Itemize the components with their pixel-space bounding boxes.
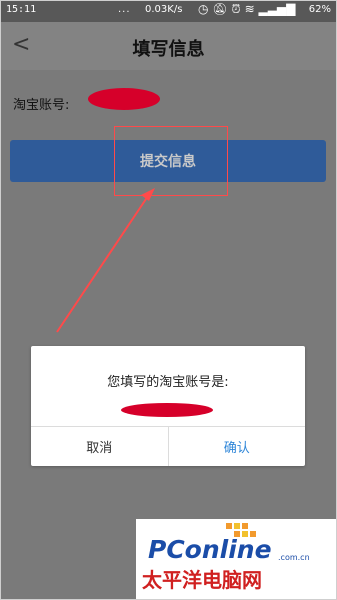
status-bar: 15:11 ... 0.03K/s ◷ 🔕︎ ⏰︎ ≋ ▂▃▅▇ 62% xyxy=(0,0,337,22)
dialog-account-redaction xyxy=(121,403,213,417)
status-icons: ◷ 🔕︎ ⏰︎ ≋ ▂▃▅▇ xyxy=(198,2,295,17)
confirm-button[interactable]: 确认 xyxy=(167,427,306,466)
page-title: 填写信息 xyxy=(132,39,205,60)
dialog-message: 您填写的淘宝账号是: xyxy=(107,375,229,390)
pconline-watermark: PConline .com.cn 太平洋电脑网 xyxy=(136,519,337,600)
pconline-chinese-text: 太平洋电脑网 xyxy=(142,568,262,592)
status-time: 15:11 xyxy=(6,4,37,15)
submit-info-button[interactable]: 提交信息 xyxy=(10,140,326,182)
signal-icon: ▂▃▅▇ xyxy=(258,2,296,16)
network-speed: 0.03K/s xyxy=(145,4,183,15)
app-header: < 填写信息 xyxy=(0,22,337,70)
clock-icon: ⏰︎ xyxy=(231,2,241,16)
pconline-brand-text: PConline xyxy=(148,535,272,564)
wifi-icon: ≋ xyxy=(244,2,255,16)
cancel-button[interactable]: 取消 xyxy=(31,427,168,466)
alarm-icon: ◷ xyxy=(198,2,209,16)
account-label: 淘宝账号: xyxy=(13,98,70,113)
notification-dots: ... xyxy=(118,4,131,15)
account-redaction xyxy=(88,88,160,110)
battery-level: 62% xyxy=(308,4,331,15)
dialog-buttons: 取消 确认 xyxy=(31,427,305,466)
mute-icon: 🔕︎ xyxy=(212,2,228,16)
pconline-domain-text: .com.cn xyxy=(278,553,310,562)
confirm-dialog: 您填写的淘宝账号是: 取消 确认 xyxy=(31,346,305,466)
